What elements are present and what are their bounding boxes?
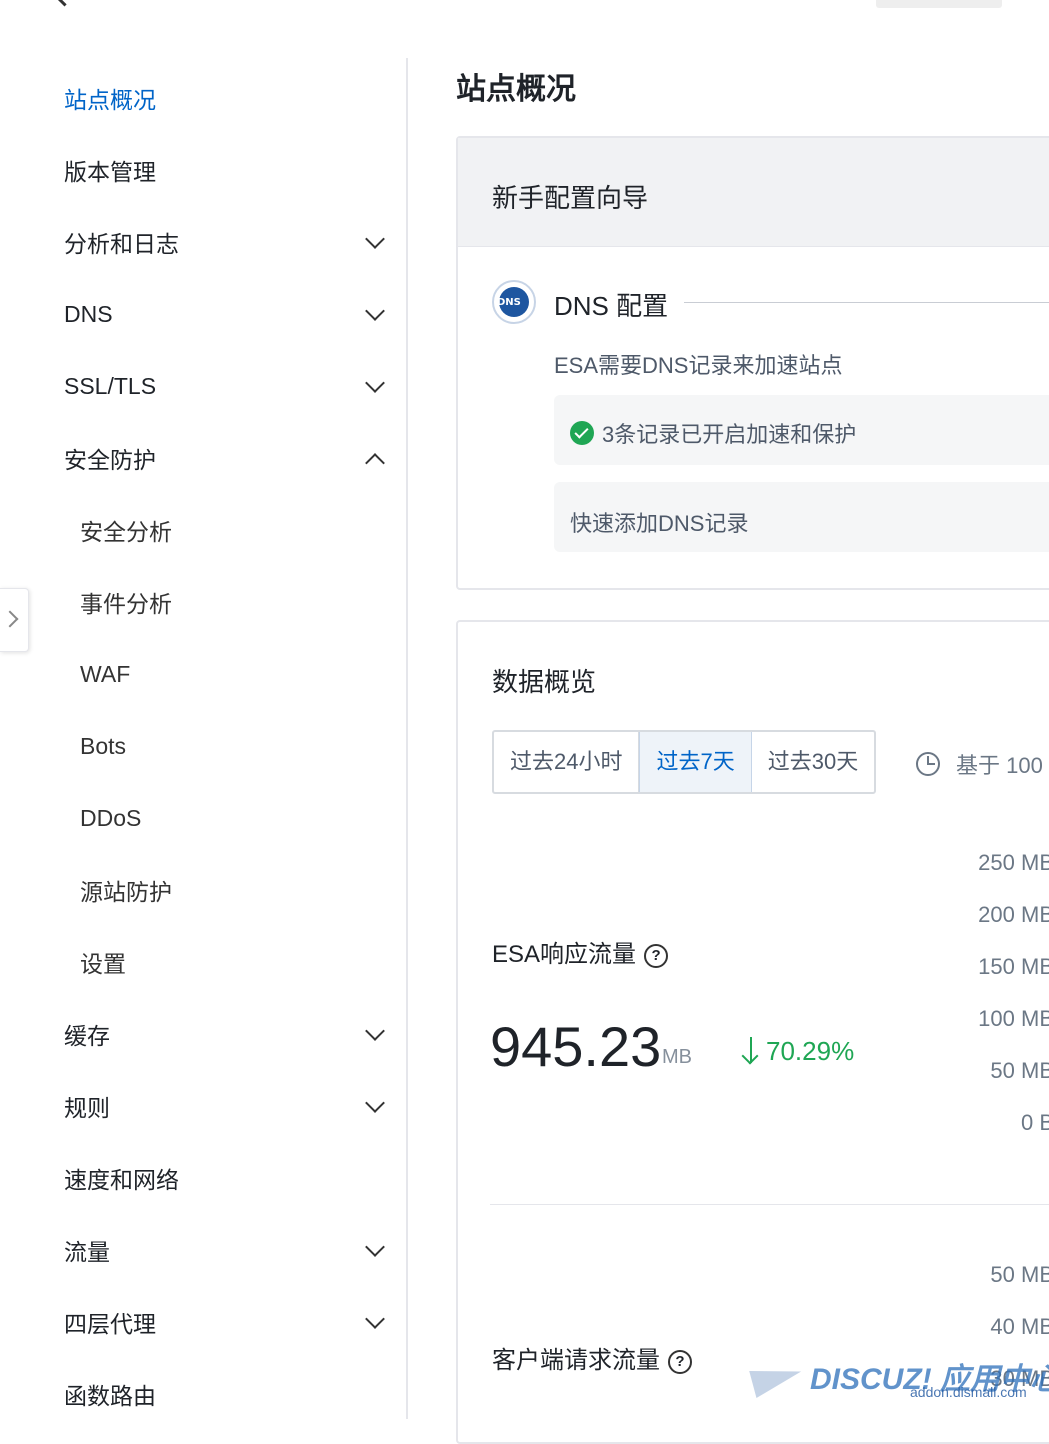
sidebar-item-label: 事件分析: [80, 591, 172, 617]
dns-logo-icon: DNS: [492, 280, 536, 324]
sidebar-item-cache[interactable]: 缓存: [64, 1014, 394, 1054]
quick-add-dns-button[interactable]: 快速添加DNS记录: [554, 482, 1049, 552]
watermark-logo: DISCUZ! 应用中心 addon.dismall.com: [749, 1354, 1049, 1404]
y-axis-tick: 50 MB: [990, 1262, 1049, 1287]
metric-trend: 70.29%: [750, 1036, 854, 1067]
sidebar-item-site-overview[interactable]: 站点概况: [64, 78, 394, 118]
wizard-title: 新手配置向导: [492, 183, 649, 213]
y-axis-tick: 50 MB: [990, 1058, 1049, 1083]
sidebar-item-traffic[interactable]: 流量: [64, 1230, 394, 1270]
arrow-down-icon: [750, 1037, 752, 1063]
sidebar-item-origin-protection[interactable]: 源站防护: [80, 870, 410, 910]
y-axis-tick: 0 B: [1020, 1110, 1049, 1135]
y-axis-tick: 250 MB: [978, 850, 1049, 875]
sidebar-item-ddos[interactable]: DDoS: [80, 798, 410, 838]
page-title: 站点概况: [456, 73, 576, 106]
dns-status-box: 3条记录已开启加速和保护: [554, 395, 1049, 465]
y-axis-tick: 100 MB: [978, 1006, 1049, 1031]
sidebar-item-label: 缓存: [64, 1023, 110, 1049]
chevron-down-icon: [365, 229, 385, 249]
sidebar-item-ssl-tls[interactable]: SSL/TLS: [64, 366, 394, 406]
chevron-down-icon: [365, 1309, 385, 1329]
sidebar-item-function-routing[interactable]: 函数路由: [64, 1374, 394, 1414]
sidebar-item-label: Bots: [80, 732, 127, 759]
y-axis-tick: 150 MB: [978, 954, 1049, 979]
metric-title-client-request: 客户端请求流量?: [492, 1340, 692, 1375]
sidebar-item-security[interactable]: 安全防护: [64, 438, 394, 478]
back-arrow-icon[interactable]: [52, 0, 77, 7]
step-connector-line: [684, 302, 1049, 303]
sidebar-item-waf[interactable]: WAF: [80, 654, 410, 694]
dns-step-description: ESA需要DNS记录来加速站点: [554, 353, 843, 378]
sidebar: 站点概况 版本管理 分析和日志 DNS SSL/TLS 安全防护 安全分析 事件…: [0, 58, 406, 1419]
sampling-basis-text: 基于 100: [956, 753, 1043, 778]
chevron-down-icon: [365, 301, 385, 321]
y-axis-tick: 40 MB: [990, 1314, 1049, 1339]
help-icon[interactable]: ?: [644, 944, 669, 968]
metric-title-text: 客户端请求流量: [492, 1347, 660, 1374]
section-divider: [490, 1204, 1049, 1205]
wizard-header: 新手配置向导: [458, 138, 1049, 247]
setup-wizard-card: 新手配置向导 DNS DNS 配置 ESA需要DNS记录来加速站点 3条记录已开…: [456, 136, 1049, 590]
sidebar-item-analytics-logs[interactable]: 分析和日志: [64, 222, 394, 262]
sidebar-item-label: DDoS: [80, 804, 142, 831]
range-option-24h[interactable]: 过去24小时: [494, 732, 640, 792]
chevron-down-icon: [365, 1237, 385, 1257]
metric-unit: MB: [662, 1046, 692, 1068]
sidebar-item-label: 安全分析: [80, 519, 172, 545]
clock-icon: [916, 752, 940, 776]
sidebar-toggle-button[interactable]: [0, 588, 29, 652]
chevron-down-icon: [365, 373, 385, 393]
help-icon[interactable]: ?: [668, 1350, 692, 1374]
range-option-7d[interactable]: 过去7天: [639, 732, 752, 792]
range-option-30d[interactable]: 过去30天: [752, 732, 874, 792]
metric-title-esa-response: ESA响应流量?: [492, 934, 669, 969]
sidebar-item-layer4-proxy[interactable]: 四层代理: [64, 1302, 394, 1342]
sidebar-item-label: 速度和网络: [64, 1167, 179, 1193]
paper-plane-icon: [749, 1358, 805, 1398]
sidebar-item-rules[interactable]: 规则: [64, 1086, 394, 1126]
chevron-right-icon: [1, 610, 19, 628]
time-range-selector: 过去24小时 过去7天 过去30天: [492, 730, 877, 794]
sidebar-item-label: 安全防护: [64, 447, 156, 473]
sidebar-item-label: SSL/TLS: [64, 372, 157, 399]
metric-title-text: ESA响应流量: [492, 941, 637, 968]
sidebar-item-label: 分析和日志: [64, 231, 179, 257]
sidebar-item-label: 设置: [80, 951, 126, 977]
sidebar-item-label: 四层代理: [64, 1311, 156, 1337]
watermark-url: addon.dismall.com: [910, 1384, 1027, 1400]
dns-status-text: 3条记录已开启加速和保护: [602, 422, 857, 447]
data-overview-card: 数据概览 过去24小时 过去7天 过去30天 基于 100 ESA响应流量? 9…: [456, 620, 1049, 1444]
sidebar-item-settings[interactable]: 设置: [80, 942, 410, 982]
sidebar-item-label: 函数路由: [64, 1383, 156, 1409]
sidebar-item-dns[interactable]: DNS: [64, 294, 394, 334]
dns-step-title: DNS 配置: [554, 291, 669, 321]
top-toolbar-button[interactable]: [876, 0, 1002, 8]
sidebar-item-version[interactable]: 版本管理: [64, 150, 394, 190]
trend-value: 70.29%: [766, 1036, 855, 1066]
chevron-up-icon: [365, 453, 385, 473]
sidebar-item-label: 源站防护: [80, 879, 172, 905]
sidebar-item-event-analysis[interactable]: 事件分析: [80, 582, 410, 622]
sidebar-item-label: WAF: [80, 660, 131, 687]
metric-value: 945.23: [490, 1015, 662, 1078]
sidebar-item-label: 规则: [64, 1095, 110, 1121]
quick-add-dns-label: 快速添加DNS记录: [570, 511, 749, 536]
overview-title: 数据概览: [492, 667, 597, 697]
sidebar-item-bots[interactable]: Bots: [80, 726, 410, 766]
chevron-down-icon: [365, 1021, 385, 1041]
y-axis-tick: 200 MB: [978, 902, 1049, 927]
sidebar-item-speed-network[interactable]: 速度和网络: [64, 1158, 394, 1198]
sidebar-item-security-analysis[interactable]: 安全分析: [80, 510, 410, 550]
sidebar-divider: [406, 58, 408, 1419]
sidebar-item-label: 站点概况: [64, 87, 156, 113]
chevron-down-icon: [365, 1093, 385, 1113]
sidebar-item-label: 版本管理: [64, 159, 156, 185]
sidebar-item-label: 流量: [64, 1239, 110, 1265]
sidebar-item-label: DNS: [64, 300, 113, 327]
check-circle-icon: [570, 421, 594, 445]
